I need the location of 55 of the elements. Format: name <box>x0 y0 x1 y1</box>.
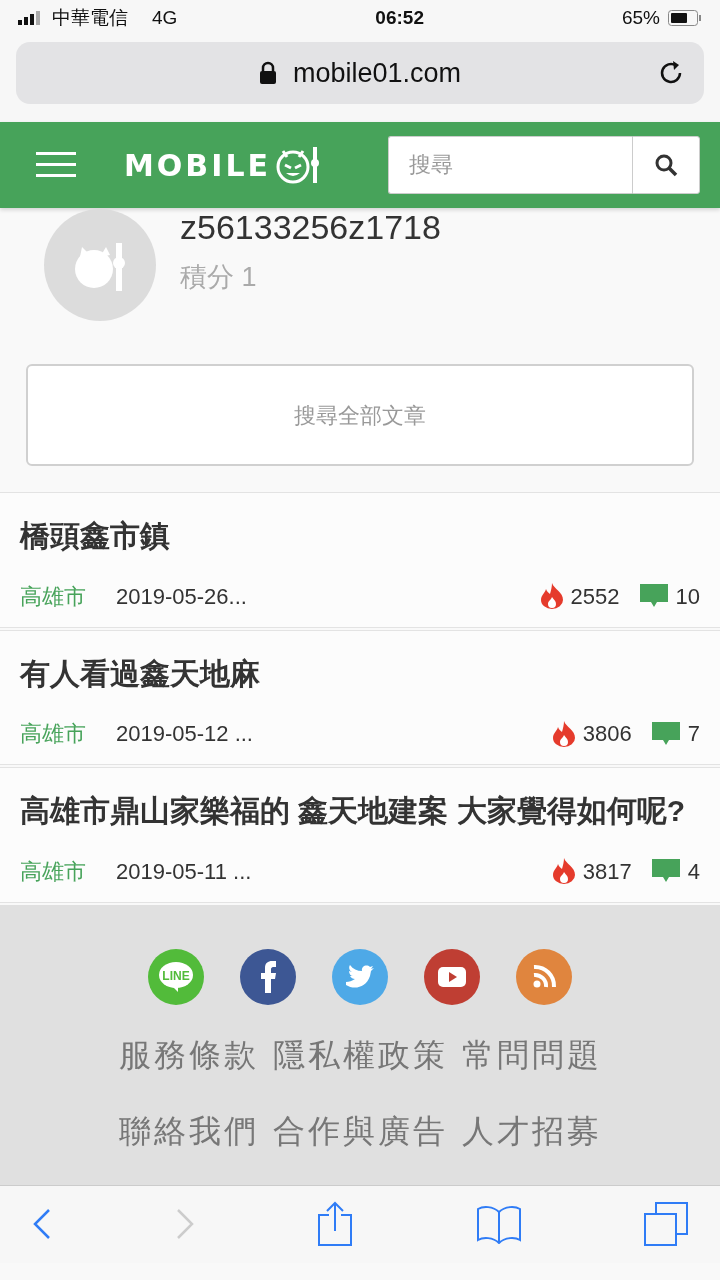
clock-time: 06:52 <box>375 5 424 30</box>
forum-link[interactable]: 高雄市 <box>20 579 86 613</box>
post-card[interactable]: 高雄市鼎山家樂福的 鑫天地建案 大家覺得如何呢? 高雄市 2019-05-11 ... 3817 4 <box>0 767 720 903</box>
forum-link[interactable]: 高雄市 <box>20 854 86 888</box>
flame-icon <box>552 858 575 884</box>
search-all-button[interactable]: 搜尋全部文章 <box>26 364 694 466</box>
url-text: mobile01.com <box>292 56 462 90</box>
comment-icon <box>651 721 680 746</box>
reply-count: 10 <box>675 582 700 611</box>
comment-icon <box>639 584 668 608</box>
bird-icon[interactable] <box>332 948 388 1005</box>
mascot-icon <box>275 145 321 185</box>
post-date: 2019-05-12 ... <box>116 720 253 748</box>
footer-link[interactable]: 隱私權政策 <box>272 1030 448 1079</box>
post-date: 2019-05-26... <box>116 582 247 611</box>
footer-link[interactable]: 服務條款 <box>118 1030 259 1079</box>
address-bar[interactable]: mobile01.com <box>16 42 704 104</box>
view-count: 2552 <box>570 582 620 611</box>
tabs-icon[interactable] <box>644 1202 688 1246</box>
lock-icon <box>258 61 277 85</box>
username: z56133256z1718 <box>180 207 441 249</box>
battery-percent: 65% <box>621 5 660 30</box>
post-title[interactable]: 有人看過鑫天地麻 <box>20 656 700 691</box>
menu-icon[interactable] <box>36 152 76 178</box>
share-icon[interactable] <box>317 1201 353 1247</box>
flame-icon <box>552 720 575 747</box>
footer-link[interactable]: 常問問題 <box>461 1030 602 1079</box>
footer-link[interactable]: 聯絡我們 <box>118 1106 259 1155</box>
search-field[interactable]: 搜尋 <box>388 136 632 194</box>
flame-icon <box>540 583 563 609</box>
footer-link[interactable]: 合作與廣告 <box>272 1106 448 1155</box>
battery-icon <box>668 10 702 26</box>
points-text: 積分 1 <box>180 261 258 295</box>
post-card[interactable]: 有人看過鑫天地麻 高雄市 2019-05-12 ... 3806 7 <box>0 629 720 765</box>
search-button[interactable] <box>632 136 700 194</box>
rss-icon[interactable] <box>516 948 572 1005</box>
search-icon <box>654 153 678 177</box>
network-type: 4G <box>152 5 178 30</box>
post-card[interactable]: 橋頭鑫市鎮 高雄市 2019-05-26... 2552 10 <box>0 492 720 628</box>
book-icon[interactable] <box>475 1204 522 1244</box>
site-logo[interactable]: MOBILE <box>124 142 271 188</box>
play-icon[interactable] <box>424 948 480 1005</box>
forum-link[interactable]: 高雄市 <box>20 717 86 750</box>
post-title[interactable]: 高雄市鼎山家樂福的 鑫天地建案 大家覺得如何呢? <box>20 794 700 829</box>
reply-count: 4 <box>687 857 700 886</box>
facebook-icon[interactable] <box>240 948 296 1005</box>
footer-link[interactable]: 人才招募 <box>461 1106 602 1155</box>
view-count: 3806 <box>582 720 632 748</box>
comment-icon <box>651 859 680 883</box>
post-title[interactable]: 橋頭鑫市鎮 <box>20 519 700 554</box>
post-date: 2019-05-11 ... <box>116 857 252 886</box>
reply-count: 7 <box>687 720 700 748</box>
back-icon[interactable] <box>32 1208 52 1240</box>
carrier-name: 中華電信 <box>52 5 128 30</box>
view-count: 3817 <box>582 857 632 886</box>
